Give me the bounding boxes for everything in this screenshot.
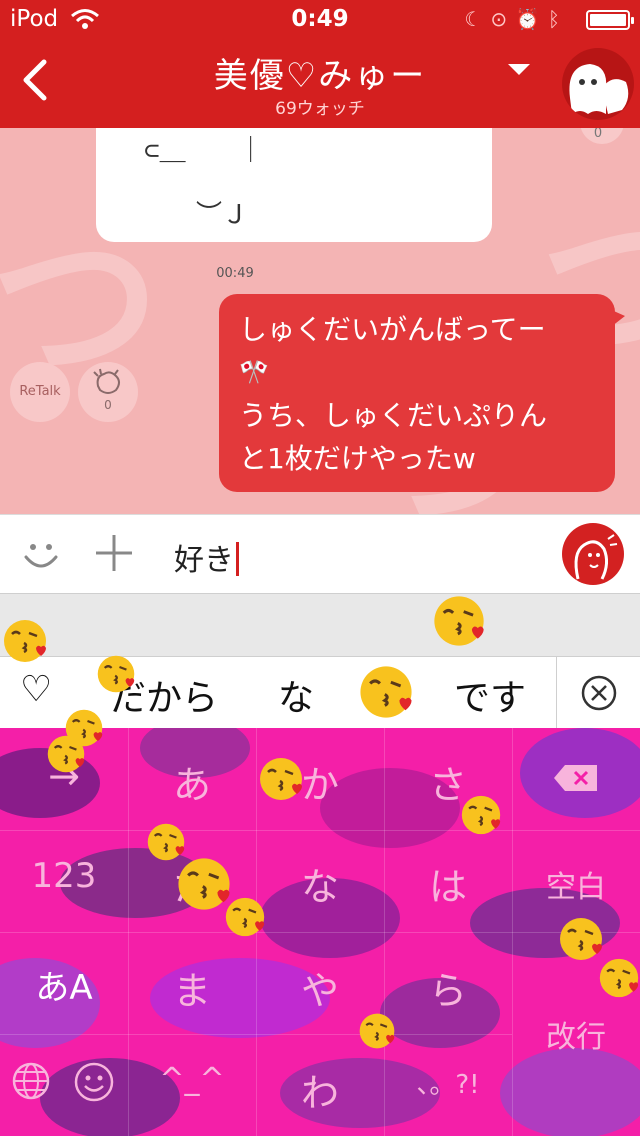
outgoing-message-line: しゅくだいがんばってー	[239, 313, 546, 346]
kiss-emoji-icon	[96, 654, 136, 694]
input-mode-active: あA	[35, 968, 93, 1008]
nav-bar: 美優♡みゅー 69ウォッチ	[0, 40, 640, 128]
speaking-face-icon	[574, 534, 618, 580]
incoming-message-bubble[interactable]: ⊂＿ ｜ ︶Ｊ	[96, 128, 492, 242]
flags-emoji: 🎌	[239, 358, 269, 386]
kiss-emoji-icon	[432, 594, 486, 648]
chat-title[interactable]: 美優♡みゅー	[0, 48, 640, 97]
key-ra[interactable]: ら	[384, 960, 512, 1015]
key-ha[interactable]: は	[384, 856, 512, 911]
voice-button[interactable]	[562, 523, 624, 585]
key-divider	[0, 932, 640, 933]
watch-count: 69ウォッチ	[275, 99, 365, 119]
avatar-ghost-icon	[569, 64, 629, 114]
kiss-emoji-icon	[46, 734, 86, 774]
kiss-emoji-icon	[358, 1012, 396, 1050]
battery-icon	[586, 10, 634, 30]
avatar[interactable]	[562, 48, 634, 120]
key-ya[interactable]: や	[256, 960, 384, 1015]
outgoing-message-line: うち、しゅくだいぷりん	[239, 399, 548, 432]
keyboard: → あ か さ 123 た な は 空白 あA ま や ら 改行 ^_^ わ 、…	[0, 728, 640, 1136]
outgoing-message-text: しゅくだいがんばってー 🎌 うち、しゅくだいぷりん と1枚だけやったw	[239, 308, 609, 480]
plus-icon[interactable]	[92, 531, 136, 575]
space-key[interactable]: 空白	[512, 862, 640, 906]
close-circle-icon	[581, 675, 617, 711]
chevron-down-icon[interactable]	[508, 64, 530, 75]
message-input-text: 好き	[174, 543, 234, 578]
kiss-emoji-icon	[598, 957, 640, 999]
clap-icon	[93, 368, 120, 394]
suggestion-item[interactable]: です	[454, 669, 526, 721]
clap-button[interactable]: 0	[78, 362, 138, 422]
incoming-clap-count: 0	[593, 128, 603, 141]
incoming-message-line: ︶Ｊ	[144, 200, 249, 230]
backspace-key[interactable]	[512, 758, 640, 802]
message-timestamp: 00:49	[216, 266, 254, 281]
suggestion-heart[interactable]: ♡	[20, 669, 52, 710]
kiss-emoji-icon	[460, 794, 502, 836]
input-bar: 好き	[0, 514, 640, 594]
leopard-spot	[500, 1048, 640, 1136]
retalk-button[interactable]: ReTalk	[10, 362, 70, 422]
key-numbers[interactable]: 123	[0, 856, 128, 896]
outgoing-message-bubble[interactable]: しゅくだいがんばってー 🎌 うち、しゅくだいぷりん と1枚だけやったw	[219, 294, 625, 492]
bubble-tail	[607, 308, 625, 330]
suggestion-close-button[interactable]	[556, 657, 640, 729]
chat-area[interactable]: つ つ つ ⊂＿ ｜ ︶Ｊ 0 00:49 しゅくだいがんばってー 🎌 うち、し…	[0, 128, 640, 514]
text-cursor	[236, 542, 239, 576]
kiss-emoji-icon	[258, 756, 304, 802]
key-divider	[0, 1034, 512, 1035]
globe-icon	[12, 1062, 50, 1100]
key-a[interactable]: あ	[128, 754, 256, 809]
key-punctuation[interactable]: 、。?!	[384, 1064, 512, 1101]
smiley-icon[interactable]	[20, 533, 62, 575]
key-na[interactable]: な	[256, 856, 384, 911]
outgoing-message-line: と1枚だけやったw	[239, 442, 476, 475]
enter-key[interactable]: 改行	[512, 1012, 640, 1056]
status-bar: iPod 0:49 ☾⊙⏰ᛒ	[0, 0, 640, 40]
emoji-icon	[74, 1062, 114, 1102]
key-ma[interactable]: ま	[128, 960, 256, 1015]
key-divider	[0, 830, 640, 831]
kiss-emoji-icon	[358, 664, 414, 720]
keyboard-gap	[0, 594, 640, 656]
kiss-emoji-icon	[2, 618, 48, 664]
key-kaomoji[interactable]: ^_^	[128, 1062, 256, 1097]
key-input-mode[interactable]: あA	[0, 960, 128, 1009]
backspace-icon	[554, 765, 597, 791]
status-icons: ☾⊙⏰ᛒ	[464, 7, 568, 31]
message-input[interactable]: 好き	[174, 535, 239, 579]
clap-count: 0	[104, 398, 112, 412]
kiss-emoji-icon	[224, 896, 266, 938]
suggestion-item[interactable]: な	[278, 669, 314, 721]
key-wa[interactable]: わ	[256, 1062, 384, 1117]
incoming-message-line: ⊂＿ ｜	[144, 136, 264, 166]
